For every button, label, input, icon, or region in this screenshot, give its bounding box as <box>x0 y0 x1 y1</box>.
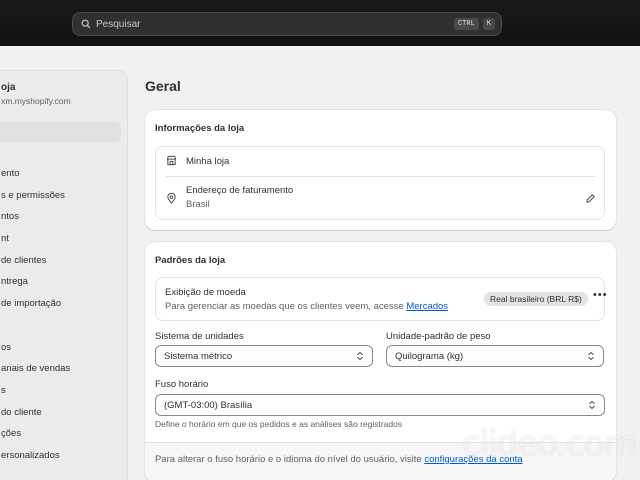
sidebar-nav: ento s e permissões ntos nt de clientes … <box>1 168 70 472</box>
store-url: xm.myshopify.com <box>1 96 71 106</box>
sidebar-item[interactable]: ento <box>1 168 70 190</box>
shortcut-k: K <box>482 18 495 30</box>
search-bar[interactable]: Pesquisar CTRL K <box>72 12 502 36</box>
sidebar-item[interactable]: anais de vendas <box>1 363 70 385</box>
sidebar-item[interactable]: ntos <box>1 211 70 233</box>
timezone-value: (GMT-03:00) Brasília <box>164 399 253 411</box>
sidebar-item[interactable] <box>1 320 70 342</box>
store-info-box: Minha loja Endereço de faturamento Brasi… <box>155 146 605 220</box>
sidebar-item[interactable]: s <box>1 385 70 407</box>
markets-link[interactable]: Mercados <box>406 301 448 312</box>
select-chevron-icon <box>589 400 595 410</box>
sidebar-item[interactable]: de importação <box>1 298 70 320</box>
sidebar-item[interactable]: s e permissões <box>1 190 70 212</box>
search-placeholder: Pesquisar <box>96 18 141 30</box>
store-name[interactable]: oja <box>1 82 15 93</box>
footer-desc: Para alterar o fuso horário e o idioma d… <box>155 454 422 465</box>
billing-address-label[interactable]: Endereço de faturamento <box>186 185 293 196</box>
timezone-help-text: Define o horário em que os pedidos e as … <box>155 419 403 429</box>
edit-pencil-icon[interactable] <box>585 193 596 204</box>
store-info-card: Informações da loja Minha loja Endereço … <box>145 110 616 230</box>
sidebar-item[interactable]: nt <box>1 233 70 255</box>
watermark: clideo.com <box>462 424 637 464</box>
store-icon <box>166 155 177 166</box>
currency-display-box: Exibição de moeda Para gerenciar as moed… <box>155 277 608 321</box>
sidebar-item[interactable]: do cliente <box>1 407 70 429</box>
more-actions-icon[interactable]: ••• <box>593 289 608 301</box>
page-title: Geral <box>145 78 181 94</box>
currency-badge: Real brasileiro (BRL R$) <box>484 292 588 306</box>
timezone-label: Fuso horário <box>155 379 209 390</box>
select-chevron-icon <box>357 351 363 361</box>
weight-unit-value: Quilograma (kg) <box>395 350 464 362</box>
weight-unit-label: Unidade-padrão de peso <box>386 331 491 342</box>
currency-display-label: Exibição de moeda <box>165 287 246 298</box>
weight-unit-select[interactable]: Quilograma (kg) <box>386 345 604 367</box>
currency-display-desc: Para gerenciar as moedas que os clientes… <box>165 301 448 312</box>
sidebar-item[interactable]: os <box>1 342 70 364</box>
unit-system-value: Sistema métrico <box>164 350 233 362</box>
shortcut-ctrl: CTRL <box>453 18 479 30</box>
sidebar-item[interactable]: de clientes <box>1 255 70 277</box>
unit-system-label: Sistema de unidades <box>155 331 244 342</box>
sidebar-item[interactable]: ntrega <box>1 276 70 298</box>
billing-address-value: Brasil <box>186 199 210 210</box>
sidebar-item-general-selected[interactable] <box>0 122 121 142</box>
top-bar: Pesquisar CTRL K <box>0 0 640 46</box>
location-pin-icon <box>167 193 176 204</box>
sidebar-item[interactable]: ersonalizados <box>1 450 70 472</box>
unit-system-select[interactable]: Sistema métrico <box>155 345 373 367</box>
store-name-value[interactable]: Minha loja <box>186 156 229 167</box>
timezone-select[interactable]: (GMT-03:00) Brasília <box>155 394 605 416</box>
card-title: Informações da loja <box>155 123 245 134</box>
card-title: Padrões da loja <box>155 255 226 266</box>
currency-desc-text: Para gerenciar as moedas que os clientes… <box>165 301 404 312</box>
divider <box>166 176 596 177</box>
search-icon <box>81 19 91 29</box>
settings-sidebar: oja xm.myshopify.com ento s e permissões… <box>0 70 128 480</box>
select-chevron-icon <box>588 351 594 361</box>
sidebar-item[interactable]: ções <box>1 428 70 450</box>
